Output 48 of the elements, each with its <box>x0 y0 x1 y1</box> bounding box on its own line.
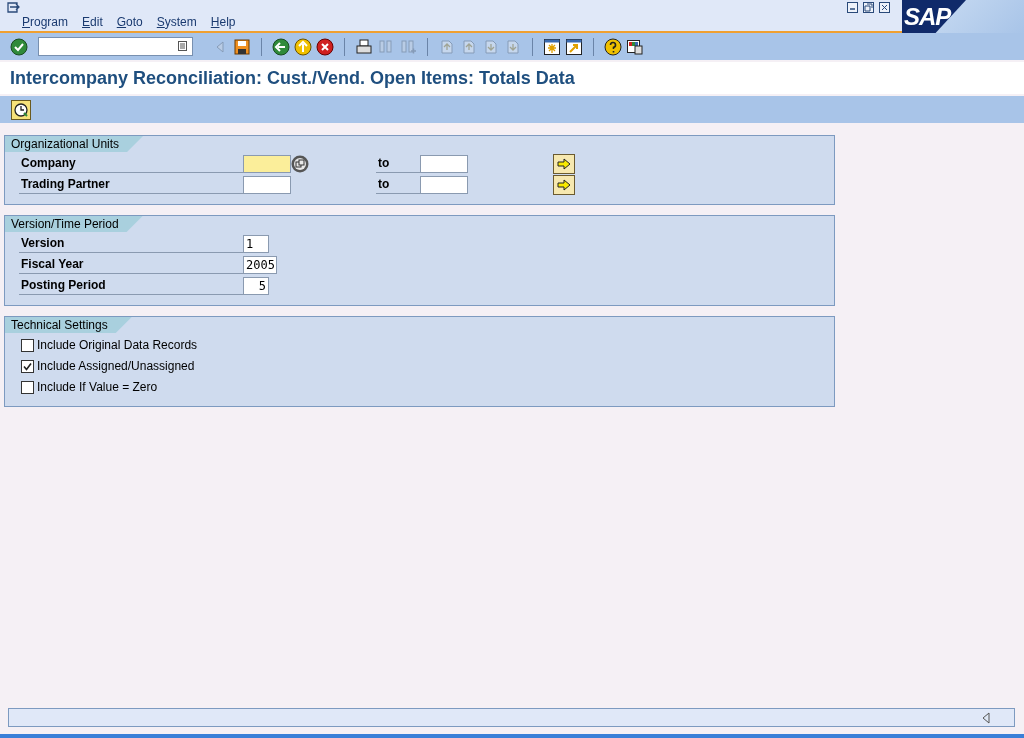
field-label: Trading Partner <box>19 176 243 194</box>
menu-item[interactable]: System <box>156 15 197 29</box>
restore-icon[interactable] <box>863 2 874 13</box>
checkbox[interactable] <box>21 359 34 373</box>
group-title: Technical Settings <box>5 317 132 333</box>
triangle-left-icon[interactable] <box>981 712 991 724</box>
new-window-icon[interactable] <box>543 37 561 56</box>
print-icon[interactable] <box>355 37 373 56</box>
input-field[interactable]: 2005 <box>243 256 277 274</box>
checkbox-label: Include If Value = Zero <box>37 380 158 394</box>
menu-item[interactable]: Program <box>22 15 69 29</box>
execute-clock-icon[interactable] <box>11 99 31 120</box>
shortcut-icon[interactable] <box>565 37 583 56</box>
checkbox[interactable] <box>21 380 34 394</box>
group-title: Organizational Units <box>5 136 144 152</box>
checkmark-icon[interactable] <box>10 37 28 56</box>
right-arrow-icon <box>557 158 571 170</box>
list-icon <box>178 41 187 51</box>
from-input-field[interactable] <box>243 155 291 173</box>
field-label: Version <box>19 235 243 253</box>
menu-item[interactable]: Edit <box>82 15 103 29</box>
input-field[interactable]: 5 <box>243 277 269 295</box>
system-menu-icon[interactable] <box>7 2 21 13</box>
to-input-field[interactable] <box>420 155 468 173</box>
layout-icon[interactable] <box>626 37 644 56</box>
field-label: Company <box>19 155 243 173</box>
to-input-field[interactable] <box>420 176 468 194</box>
search-help-icon[interactable] <box>291 155 309 173</box>
right-arrow-icon <box>557 179 571 191</box>
help-icon[interactable] <box>604 37 622 56</box>
from-input-field[interactable] <box>243 176 291 194</box>
field-label: Posting Period <box>19 277 243 295</box>
cancel-icon[interactable] <box>316 37 334 56</box>
menu-item[interactable]: Goto <box>116 15 143 29</box>
group-title: Version/Time Period <box>5 216 143 232</box>
command-field[interactable] <box>38 37 193 56</box>
menu-item[interactable]: Help <box>210 15 236 29</box>
screen-title: Intercompany Reconciliation: Cust./Vend. Open Items: Totals Data <box>10 67 575 89</box>
field-label: Fiscal Year <box>19 256 243 274</box>
checkbox[interactable] <box>21 338 34 352</box>
input-field[interactable]: 1 <box>243 235 269 253</box>
multiple-selection-button[interactable] <box>553 154 575 174</box>
checkbox-label: Include Original Data Records <box>37 338 198 352</box>
multiple-selection-button[interactable] <box>553 175 575 195</box>
minimize-icon[interactable] <box>847 2 858 13</box>
checkbox-label: Include Assigned/Unassigned <box>37 359 195 373</box>
close-icon[interactable] <box>879 2 890 13</box>
save-icon[interactable] <box>233 37 251 56</box>
